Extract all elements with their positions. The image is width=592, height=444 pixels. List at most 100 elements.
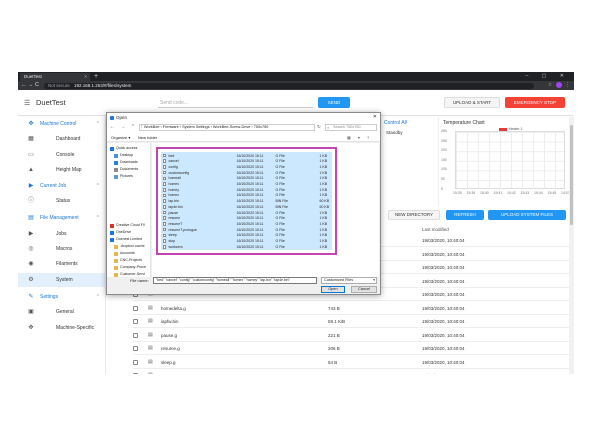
row-checkbox[interactable] [133,346,138,351]
dialog-path-breadcrumb[interactable]: WorkBee › Firmware › System Settings › W… [139,124,315,131]
folder-icon [114,272,118,277]
row-checkbox[interactable] [133,373,138,374]
hamburger-menu-icon[interactable]: ☰ [24,99,30,107]
tree-item[interactable]: Ooznest Limited [107,236,150,243]
sidebar-item-current-job[interactable]: ▶ Current Job ⌃ [18,179,106,193]
table-row[interactable]: ▤ homedelta.g 743 B 19/03/2020, 10:40:04 [133,302,573,315]
file-icon [162,159,166,164]
dialog-close-icon[interactable]: ✕ [373,113,377,122]
back-arrow-icon[interactable]: ← [21,81,27,90]
chart-x-tick: 15:40 [480,191,489,195]
tree-item[interactable] [107,180,150,187]
sidebar-item-machine-specific[interactable]: ✥ Machine-Specific [18,321,106,335]
send-button[interactable]: SEND [318,97,350,108]
emergency-stop-button[interactable]: EMERGENCY STOP [505,97,565,108]
sidebar-item-macros[interactable]: ◎ Macros [18,242,106,256]
dialog-app-icon [110,115,114,120]
cancel-button[interactable]: Cancel [351,286,377,293]
file-name: homedelta.g [161,305,186,311]
table-row[interactable]: ▤ pause.g 221 B 19/03/2020, 10:40:04 [133,329,573,342]
table-row[interactable]: ▤ resume.g 206 B 19/03/2020, 10:40:04 [133,342,573,355]
forward-arrow-icon[interactable]: → [28,81,34,90]
sidebar-item-filaments[interactable]: ◉ Filaments [18,257,106,271]
dialog-refresh-icon[interactable]: ↻ [317,124,321,130]
open-button[interactable]: Open [321,286,345,293]
scrollbar-thumb[interactable] [570,125,573,225]
address-input[interactable]: Not secure 192.168.1.253/#/files/system [44,82,534,89]
refresh-button[interactable]: REFRESH [446,210,484,220]
tab-close-icon[interactable]: × [84,73,87,81]
tree-item[interactable]: Creative Cloud Fil [107,222,150,229]
sidebar-item-status[interactable]: ⓘ Status [18,194,106,208]
control-all-link[interactable]: Control All [384,120,407,126]
tree-item[interactable]: Quick access [107,145,150,152]
organize-button[interactable]: Organize ▾ [111,133,130,142]
tree-item[interactable] [107,215,150,222]
file-list-date: 16/10/2020 15:11 [236,244,264,249]
new-folder-button[interactable]: New folder [138,133,157,142]
file-list-item[interactable]: workzero 16/10/2020 15:11 G File 1 KB [161,244,332,250]
row-checkbox[interactable] [133,359,138,365]
file-icon [162,153,166,158]
browser-tab[interactable]: DuetTest × [20,73,90,81]
tree-item[interactable]: Pictures [107,173,150,180]
profile-avatar[interactable] [555,81,562,88]
row-checkbox[interactable] [133,319,138,324]
file-type-select[interactable]: Customized Files ▾ [321,277,377,284]
reload-icon[interactable]: C [35,81,39,90]
tree-item[interactable] [107,194,150,201]
browser-menu-icon[interactable]: ⋮ [565,82,570,88]
file-name-input[interactable]: "bed" "cancel" "config" "customconfig" "… [153,277,317,284]
chevron-up-icon: ⌃ [95,183,100,189]
tree-item[interactable] [107,201,150,208]
row-checkbox[interactable] [133,332,138,338]
sidebar-item-height-map[interactable]: ▲ Height Map [18,163,106,177]
upload-start-label: UPLOAD & START [452,100,492,105]
tree-item[interactable]: Desktop [107,152,150,159]
tree-item[interactable]: Downloads [107,159,150,166]
sidebar-item-general[interactable]: ▣ General [18,305,106,319]
chevron-up-icon: ⌃ [95,294,100,300]
general-icon: ▣ [28,309,34,315]
address-bar-row: ← → C Not secure 192.168.1.253/#/files/s… [18,81,574,90]
page-scrollbar[interactable] [569,117,574,374]
new-tab-button[interactable]: + [94,72,98,81]
bookmark-star-icon[interactable]: ☆ [548,82,552,88]
sidebar-item-label: Height Map [56,167,82,173]
dialog-nav-tree: Quick access Desktop Downloads Documents Pic… [107,143,151,277]
tree-item[interactable] [107,208,150,215]
chart-y-tick: 150 [441,157,447,162]
tree-item[interactable] [107,187,150,194]
emergency-stop-label: EMERGENCY STOP [513,100,557,105]
tree-item[interactable]: .dropbox.cache [107,243,150,250]
sidebar-item-label: Macros [56,246,73,252]
console-icon: ▭ [28,152,34,158]
table-row[interactable]: ▤ stop.g 85 B 19/03/2020, 10:40:04 [133,369,573,374]
tree-item[interactable]: OneDrive [107,229,150,236]
sidebar-item-system[interactable]: ⚙ System [18,273,106,287]
row-checkbox[interactable] [133,305,138,311]
file-list-size: 1 KB [319,244,328,249]
sidebar-item-machine-control[interactable]: ✥ Machine Control ⌃ [18,117,106,131]
table-row[interactable]: ▤ sleep.g 54 B 19/03/2020, 10:40:04 [133,356,573,369]
upload-start-button[interactable]: UPLOAD & START [444,97,500,108]
file-icon [162,170,166,175]
upload-system-files-button[interactable]: UPLOAD SYSTEM FILES [488,210,566,220]
sidebar-item-settings[interactable]: ✎ Settings ⌃ [18,290,106,304]
table-row[interactable]: ▤ iapfw.bin 59.1 KiB 19/03/2020, 10:40:04 [133,315,573,328]
folder-icon [114,251,118,256]
sidebar-item-dashboard[interactable]: ▦ Dashboard [18,132,106,146]
sidebar-item-jobs[interactable]: ▶ Jobs [18,227,106,241]
tree-item[interactable]: CNC-Projects [107,257,150,264]
window-controls[interactable]: – ▢ ✕ [526,72,570,81]
tree-item[interactable]: Documents [107,166,150,173]
dialog-search-input[interactable]: ⌕ Search 750x750 [325,124,377,131]
new-directory-button[interactable]: NEW DIRECTORY [388,210,440,220]
last-modified-header: Last modified [422,227,449,232]
tree-item[interactable]: Company-Proce [107,264,150,271]
sidebar-item-file-management[interactable]: ▤ File Management ⌃ [18,211,106,225]
tree-item[interactable]: Accounts [107,250,150,257]
send-code-input[interactable]: Send code... [158,98,313,108]
sidebar-item-console[interactable]: ▭ Console [18,148,106,162]
view-options-icon[interactable]: ▦ ▾ ? [347,133,372,142]
